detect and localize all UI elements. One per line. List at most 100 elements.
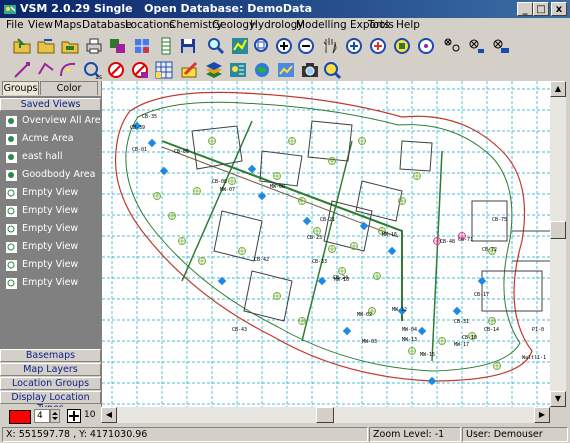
monitoring-well-marker[interactable] [159,166,169,176]
monitoring-well-marker[interactable] [247,164,257,174]
open-map-icon[interactable] [36,36,56,56]
map-drawing[interactable]: CB-35 CB-39 CB-01 CB-06 CB-08 MW-07 CB-42 CB-43… [102,81,551,407]
soil-boring-marker[interactable] [338,267,346,275]
symbol-size-field[interactable]: 4 [34,409,50,423]
monitoring-well-marker[interactable] [417,326,427,336]
monitoring-well-marker[interactable] [147,138,157,148]
scroll-right-button[interactable]: ▶ [534,407,550,423]
close-button[interactable]: x [551,2,567,16]
no-labels-icon[interactable] [106,60,126,80]
label-symbol-icon[interactable] [67,409,81,423]
menu-file[interactable]: File [6,19,24,31]
soil-boring-marker[interactable] [298,317,306,325]
pan-hand-icon[interactable] [320,36,340,56]
vertical-scrollbar[interactable]: ▲ ▼ [550,81,566,407]
horizontal-scrollbar[interactable]: ◀ ▶ [101,407,550,423]
draw-curve-icon[interactable] [58,60,78,80]
zoom-select-icon[interactable] [206,36,226,56]
basemaps-header[interactable]: Basemaps [0,349,101,362]
scroll-down-button[interactable]: ▼ [550,391,566,407]
horizontal-scroll-thumb[interactable] [316,407,334,423]
table-icon[interactable] [156,36,176,56]
zoom-next-icon[interactable] [368,36,388,56]
soil-boring-marker[interactable] [178,237,186,245]
layers-icon[interactable] [108,36,128,56]
globe-icon[interactable] [252,60,272,80]
zoom-extent-icon[interactable] [252,36,272,56]
monitoring-well-marker[interactable] [387,246,397,256]
menu-maps[interactable]: Maps [54,19,82,31]
monitoring-well-marker[interactable] [427,376,437,386]
draw-line-icon[interactable] [12,60,32,80]
soil-boring-marker[interactable] [288,137,296,145]
saved-views-header[interactable]: Saved Views [0,98,101,111]
scroll-up-button[interactable]: ▲ [550,81,566,97]
soil-boring-marker[interactable] [298,197,306,205]
vertical-scroll-thumb[interactable] [550,221,566,239]
soil-boring-marker[interactable] [228,177,236,185]
soil-boring-marker[interactable] [168,212,176,220]
menu-view[interactable]: View [28,19,53,31]
print-icon[interactable] [84,36,104,56]
map-canvas[interactable]: CB-35 CB-39 CB-01 CB-06 CB-08 MW-07 CB-42 CB-43… [101,81,551,407]
soil-boring-marker[interactable] [328,157,336,165]
minimize-button[interactable]: _ [517,2,533,16]
query-icon[interactable]: 1st [82,60,102,80]
view-item[interactable]: Empty View [4,275,100,291]
soil-boring-marker[interactable] [208,137,216,145]
view-item[interactable]: Empty View [4,239,100,255]
scroll-left-button[interactable]: ◀ [101,407,117,423]
soil-boring-marker[interactable] [193,187,201,195]
grid-icon[interactable] [154,60,174,80]
zoom-locate-icon[interactable] [322,60,342,80]
monitoring-well-marker[interactable] [257,191,267,201]
soil-boring-marker[interactable] [413,172,421,180]
open-folder-icon[interactable] [12,36,32,56]
select-locations-icon[interactable] [442,36,462,56]
view-item[interactable]: Goodbody Area [4,167,100,183]
monitoring-well-marker[interactable] [302,216,312,226]
map-area-icon[interactable] [230,36,250,56]
save-icon[interactable] [178,36,198,56]
menu-tools[interactable]: Tools [368,19,394,31]
soil-boring-marker[interactable] [313,227,321,235]
view-item[interactable]: Empty View [4,257,100,273]
soil-boring-marker[interactable] [198,257,206,265]
grid-layers-icon[interactable] [132,36,152,56]
display-location-types-header[interactable]: Display Location Types [0,391,101,414]
soil-boring-marker[interactable] [273,172,281,180]
maximize-button[interactable]: □ [533,2,549,16]
view-item[interactable]: Empty View [4,185,100,201]
menu-locations[interactable]: Locations [125,19,175,31]
tab-groups[interactable]: Groups [2,81,39,95]
select-multi-icon[interactable] [490,36,510,56]
camera-icon[interactable] [300,60,320,80]
map-export-icon[interactable] [276,60,296,80]
menu-help[interactable]: Help [396,19,420,31]
select-single-icon[interactable] [466,36,486,56]
zoom-in-icon[interactable] [274,36,294,56]
no-symbols-icon[interactable] [130,60,150,80]
draw-polyline-icon[interactable] [36,60,56,80]
zoom-object-icon[interactable] [416,36,436,56]
location-groups-header[interactable]: Location Groups [0,377,101,390]
soil-boring-marker[interactable] [493,362,501,370]
map-layers-header[interactable]: Map Layers [0,363,101,376]
menu-geology[interactable]: Geology [212,19,255,31]
open-layer-icon[interactable] [60,36,80,56]
map-sheet-icon[interactable] [228,60,248,80]
pencil-layer-icon[interactable] [180,60,200,80]
soil-boring-marker[interactable] [238,247,246,255]
view-item[interactable]: Acme Area [4,131,100,147]
soil-boring-marker[interactable] [153,192,161,200]
soil-boring-marker[interactable] [408,347,416,355]
zoom-previous-icon[interactable] [344,36,364,56]
tab-color-legend[interactable]: Color Legend [40,81,98,108]
zoom-out-icon[interactable] [296,36,316,56]
soil-boring-marker[interactable] [398,197,406,205]
zoom-layer-icon[interactable] [392,36,412,56]
soil-boring-marker[interactable] [328,245,336,253]
view-item[interactable]: Empty View [4,221,100,237]
view-item[interactable]: Empty View [4,203,100,219]
soil-boring-marker[interactable] [273,292,281,300]
